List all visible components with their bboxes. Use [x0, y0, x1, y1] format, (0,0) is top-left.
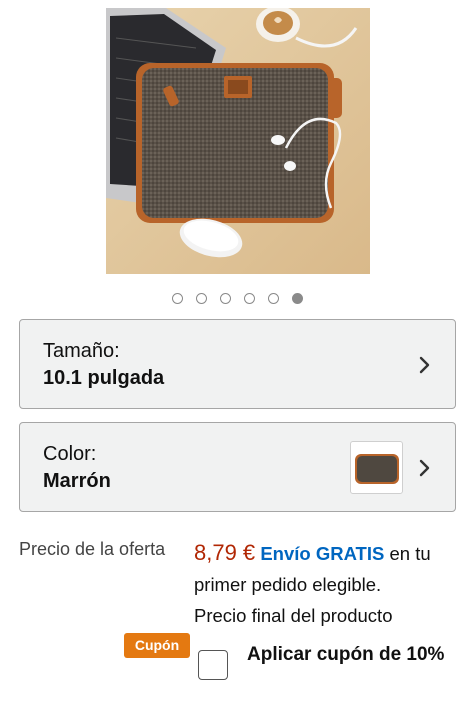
free-shipping-link[interactable]: Envío GRATIS — [260, 543, 384, 564]
product-image[interactable] — [106, 8, 370, 274]
carousel-dot[interactable] — [268, 293, 279, 304]
image-carousel-dots — [0, 293, 475, 304]
color-selector[interactable]: Color: Marrón — [19, 422, 456, 512]
price-block: 8,79 € Envío GRATIS en tu primer pedido … — [194, 537, 464, 631]
chevron-right-icon — [419, 356, 430, 374]
carousel-dot[interactable] — [244, 293, 255, 304]
chevron-right-icon — [419, 459, 430, 477]
price-label: Precio de la oferta — [19, 539, 166, 559]
coupon-checkbox[interactable] — [198, 650, 228, 680]
size-value: 10.1 pulgada — [43, 367, 165, 389]
size-label: Tamaño: — [43, 340, 120, 362]
color-label: Color: — [43, 443, 97, 465]
coupon-label[interactable]: Aplicar cupón de 10% — [247, 640, 447, 669]
coupon-badge: Cupón — [124, 633, 190, 658]
color-value: Marrón — [43, 470, 111, 492]
final-price-note: Precio final del producto — [194, 605, 393, 626]
color-swatch-thumbnail[interactable] — [350, 441, 403, 494]
carousel-dot[interactable] — [196, 293, 207, 304]
carousel-dot[interactable] — [220, 293, 231, 304]
carousel-dot[interactable] — [172, 293, 183, 304]
size-selector[interactable]: Tamaño: 10.1 pulgada — [19, 319, 456, 409]
carousel-dot-active[interactable] — [292, 293, 303, 304]
price-value: 8,79 € — [194, 540, 256, 565]
